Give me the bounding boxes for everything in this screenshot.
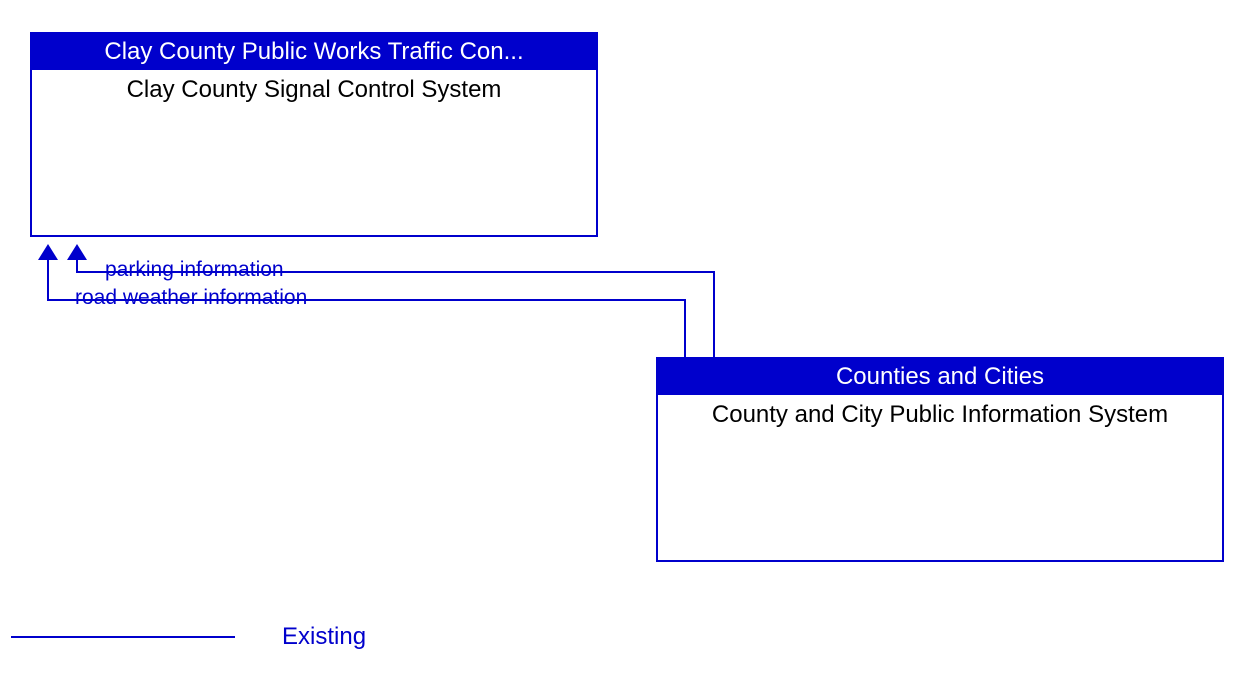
- node-body-clay: Clay County Signal Control System: [32, 70, 596, 110]
- node-header-clay: Clay County Public Works Traffic Con...: [32, 34, 596, 70]
- flow-label-weather: road weather information: [75, 286, 307, 310]
- node-body-counties: County and City Public Information Syste…: [658, 395, 1222, 435]
- node-county-city-info-system[interactable]: Counties and Cities County and City Publ…: [656, 357, 1224, 562]
- legend-label-existing: Existing: [282, 623, 366, 651]
- node-clay-county-signal-control[interactable]: Clay County Public Works Traffic Con... …: [30, 32, 598, 237]
- node-header-counties: Counties and Cities: [658, 359, 1222, 395]
- flow-label-parking: parking information: [105, 258, 284, 282]
